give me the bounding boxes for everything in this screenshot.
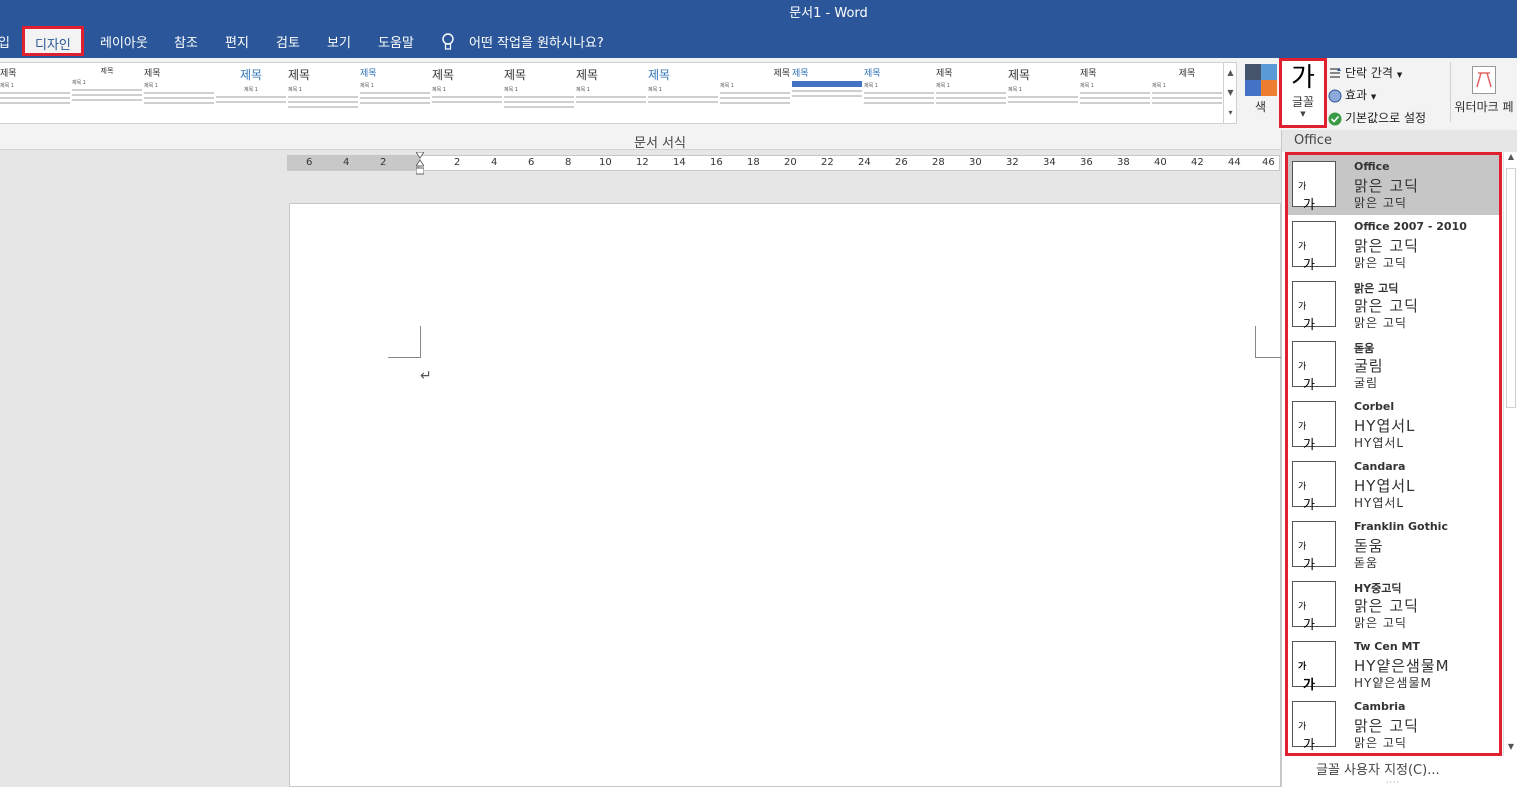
font-theme-item[interactable]: 가가 Tw Cen MT HY얕은샘물M HY얕은샘물M <box>1288 635 1499 695</box>
font-ga-icon: 가 <box>1291 63 1315 93</box>
tab-review[interactable]: 검토 <box>276 32 300 51</box>
checkmark-icon <box>1328 112 1342 125</box>
title-bar: 문서1 - Word <box>0 0 1517 24</box>
font-theme-item[interactable]: 가가 Office 맑은 고딕 맑은 고딕 <box>1288 155 1499 215</box>
font-preview-icon: 가가 <box>1292 461 1336 513</box>
font-preview-icon: 가가 <box>1292 161 1336 213</box>
style-set-thumb[interactable]: 제목 제목 1 <box>648 66 718 122</box>
font-theme-list: 가가 Office 맑은 고딕 맑은 고딕 가가 Office 2007 - 2… <box>1285 152 1502 756</box>
font-theme-item[interactable]: 가가 맑은 고딕 맑은 고딕 맑은 고딕 <box>1288 275 1499 335</box>
ribbon-tabs: 입 디자인 레이아웃 참조 편지 검토 보기 도움말 어떤 작업을 원하시나요? <box>0 24 1517 58</box>
tab-view[interactable]: 보기 <box>327 32 351 51</box>
style-set-thumb[interactable]: 제목 제목 1 <box>1008 66 1078 122</box>
font-theme-item[interactable]: 가가 Candara HY엽서L HY엽서L <box>1288 455 1499 515</box>
style-set-thumb[interactable]: 제목 제목 1 <box>504 66 574 122</box>
scroll-up-icon[interactable]: ▲ <box>1504 152 1517 166</box>
style-set-thumb[interactable]: 제목 제목 1 <box>72 66 142 122</box>
style-set-thumb[interactable]: 제목 제목 1 <box>1080 66 1150 122</box>
fonts-button-label: 글꼴 <box>1291 95 1315 109</box>
window-title: 문서1 - Word <box>789 6 868 21</box>
tab-layout[interactable]: 레이아웃 <box>100 32 148 51</box>
resize-grip-icon[interactable]: ···· <box>1386 778 1400 787</box>
tell-me-input[interactable]: 어떤 작업을 원하시나요? <box>469 32 604 51</box>
style-set-thumb[interactable]: 제목 제목 1 <box>936 66 1006 122</box>
style-set-thumb[interactable]: 제목 제목 1 <box>1152 66 1222 122</box>
style-set-thumb[interactable]: 제목 제목 1 <box>360 66 430 122</box>
tab-insert[interactable]: 입 <box>0 32 10 51</box>
tab-design[interactable]: 디자인 <box>22 26 84 56</box>
gallery-scroll-up[interactable]: ▲ <box>1223 63 1237 83</box>
font-theme-item[interactable]: 가가 Franklin Gothic 돋움 돋움 <box>1288 515 1499 575</box>
tab-mailings[interactable]: 편지 <box>225 32 249 51</box>
font-preview-icon: 가가 <box>1292 221 1336 273</box>
crop-mark-left <box>388 326 421 358</box>
tab-help[interactable]: 도움말 <box>378 32 414 51</box>
fonts-dropdown: Office 가가 Office 맑은 고딕 맑은 고딕 가가 Office 2… <box>1281 130 1517 787</box>
paragraph-mark-icon: ↵ <box>420 368 432 384</box>
group-label-document-formatting: 문서 서식 <box>634 136 686 151</box>
font-theme-item[interactable]: 가가 HY중고딕 맑은 고딕 맑은 고딕 <box>1288 575 1499 635</box>
style-set-thumb[interactable]: 제목 제목 1 <box>0 66 70 122</box>
crop-mark-right <box>1255 326 1281 358</box>
style-set-thumb[interactable]: 제목 제목 1 <box>720 66 790 122</box>
style-set-thumb[interactable]: 제목 제목 1 <box>144 66 214 122</box>
style-set-thumb[interactable]: 제목 제목 1 <box>288 66 358 122</box>
colors-palette-icon[interactable] <box>1245 64 1277 96</box>
fonts-button[interactable]: 가 글꼴 ▼ <box>1279 58 1327 128</box>
indent-marker-icon[interactable] <box>416 152 424 176</box>
font-preview-icon: 가가 <box>1292 581 1336 633</box>
font-theme-item[interactable]: 가가 Cambria 맑은 고딕 맑은 고딕 <box>1288 695 1499 755</box>
paragraph-spacing-icon <box>1330 67 1341 78</box>
document-format-gallery: 제목 제목 1 제목 제목 1 제목 제목 1 제목 제목 1 제목 제목 1 … <box>0 62 1237 124</box>
effects-icon <box>1328 89 1342 102</box>
style-set-thumb[interactable]: 제목 <box>792 66 862 122</box>
font-theme-item[interactable]: 가가 Office 2007 - 2010 맑은 고딕 맑은 고딕 <box>1288 215 1499 275</box>
scroll-down-icon[interactable]: ▼ <box>1504 742 1517 756</box>
paragraph-spacing-button[interactable]: 단락 간격 ▼ <box>1328 64 1402 81</box>
gallery-scroll-down[interactable]: ▼ <box>1223 83 1237 103</box>
style-set-thumb[interactable]: 제목 제목 1 <box>432 66 502 122</box>
font-theme-item[interactable]: 가가 돋움 굴림 굴림 <box>1288 335 1499 395</box>
scrollbar-thumb[interactable] <box>1506 168 1516 408</box>
set-as-default-button[interactable]: 기본값으로 설정 <box>1328 109 1426 126</box>
style-set-thumb[interactable]: 제목 제목 1 <box>864 66 934 122</box>
font-preview-icon: 가가 <box>1292 701 1336 753</box>
font-preview-icon: 가가 <box>1292 641 1336 693</box>
lightbulb-icon <box>442 33 454 50</box>
watermark-button[interactable]: 워터마크 페 <box>1450 62 1517 122</box>
font-theme-item[interactable]: 가가 Corbel HY엽서L HY엽서L <box>1288 395 1499 455</box>
colors-button-label[interactable]: 색 <box>1255 98 1266 115</box>
dropdown-scrollbar[interactable]: ▲ ▼ <box>1503 152 1517 756</box>
font-preview-icon: 가가 <box>1292 401 1336 453</box>
font-preview-icon: 가가 <box>1292 341 1336 393</box>
gallery-more-button[interactable]: ▾ <box>1223 103 1237 123</box>
font-preview-icon: 가가 <box>1292 281 1336 333</box>
effects-button[interactable]: 효과 ▼ <box>1328 86 1376 103</box>
tab-references[interactable]: 참조 <box>174 32 198 51</box>
horizontal-ruler[interactable]: 6 4 2 2 4 6 8 10 12 14 16 18 20 22 24 26… <box>287 155 1280 171</box>
customize-fonts-link[interactable]: 글꼴 사용자 지정(C)... <box>1316 759 1440 778</box>
style-set-thumb[interactable]: 제목 제목 1 <box>576 66 646 122</box>
watermark-icon <box>1472 66 1496 94</box>
dropdown-section-header: Office <box>1282 130 1517 152</box>
chevron-down-icon: ▼ <box>1300 110 1306 118</box>
font-preview-icon: 가가 <box>1292 521 1336 573</box>
style-set-thumb[interactable]: 제목 제목 1 <box>216 66 286 122</box>
document-page[interactable] <box>289 203 1281 787</box>
